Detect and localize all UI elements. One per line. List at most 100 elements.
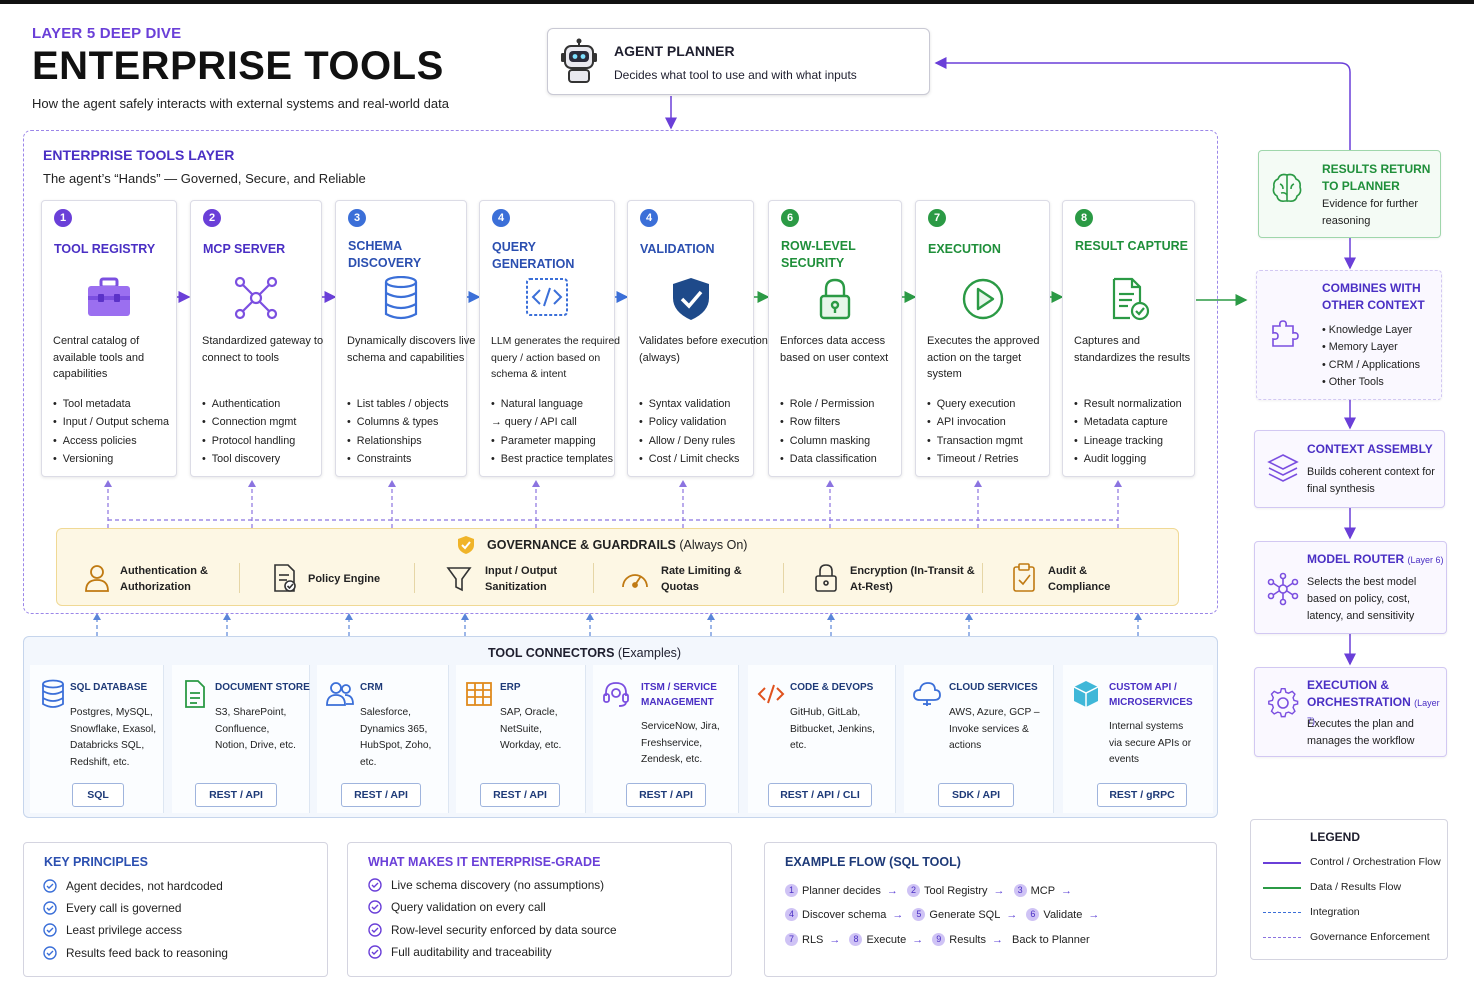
list-item: Row filters xyxy=(780,413,877,431)
grid-icon xyxy=(466,682,492,706)
connector-sql-database: SQL DATABASE Postgres, MySQL, Snowflake,… xyxy=(30,665,164,813)
step-title: QUERY GENERATION xyxy=(492,240,575,271)
connector-badge: REST / API xyxy=(626,783,706,807)
step-card-result-capture: 8 RESULT CAPTURE Captures and standardiz… xyxy=(1062,200,1195,477)
database-icon xyxy=(336,275,466,322)
step-items: Syntax validation Policy validation Allo… xyxy=(639,395,740,469)
connector-badge: REST / API xyxy=(480,783,560,807)
connector-crm: CRM Salesforce, Dynamics 365, HubSpot, Z… xyxy=(317,665,449,813)
planner-desc: Decides what tool to use and with what i… xyxy=(614,68,857,82)
step-title: ROW-LEVEL SECURITY xyxy=(781,239,856,270)
model-router-box: MODEL ROUTER (Layer 6) Selects the best … xyxy=(1254,541,1447,634)
step-card-schema-discovery: 3 SCHEMA DISCOVERY Dynamically discovers… xyxy=(335,200,475,477)
step-title: EXECUTION xyxy=(928,242,1001,256)
connector-document-store: DOCUMENT STORE S3, SharePoint, Confluenc… xyxy=(172,665,310,813)
step-card-mcp-server: 2 MCP SERVER Standardized gateway to con… xyxy=(190,200,323,477)
funnel-icon xyxy=(446,567,472,592)
context-assembly-box: CONTEXT ASSEMBLY Builds coherent context… xyxy=(1254,430,1445,508)
robot-icon xyxy=(561,38,597,83)
list-item: Best practice templates xyxy=(491,450,613,468)
connector-erp: ERP SAP, Oracle, NetSuite, Workday, etc.… xyxy=(456,665,586,813)
list-item: Query validation on every call xyxy=(368,900,546,914)
box-title: WHAT MAKES IT ENTERPRISE-GRADE xyxy=(368,855,601,869)
router-suffix: (Layer 6) xyxy=(1407,555,1444,565)
router-title: MODEL ROUTER (Layer 6) xyxy=(1307,552,1444,566)
step-items: List tables / objects Columns & types Re… xyxy=(347,395,449,469)
legend-title: LEGEND xyxy=(1310,830,1361,844)
step-desc: Standardized gateway to connect to tools xyxy=(202,335,324,364)
divider xyxy=(239,563,240,593)
planner-title: AGENT PLANNER xyxy=(614,43,735,59)
step-number: 6 xyxy=(781,209,799,227)
governance-encryption: Encryption (In-Transit & At-Rest) xyxy=(814,563,975,597)
connector-title: SQL DATABASE xyxy=(70,682,148,693)
box-title: EXAMPLE FLOW (SQL TOOL) xyxy=(785,855,961,869)
code-icon xyxy=(757,684,785,704)
connectors-title: TOOL CONNECTORS (Examples) xyxy=(488,646,682,660)
governance-title: GOVERNANCE & GUARDRAILS (Always On) xyxy=(487,538,748,552)
step-desc: Captures and standardizes the results xyxy=(1074,335,1191,364)
step-number: 7 xyxy=(928,209,946,227)
list-item: Cost / Limit checks xyxy=(639,450,740,468)
list-item: Full auditability and traceability xyxy=(368,945,552,959)
puzzle-icon xyxy=(1272,320,1299,347)
step-items: Role / Permission Row filters Column mas… xyxy=(780,395,877,469)
governance-audit: Audit & Compliance xyxy=(1012,563,1132,597)
toolbox-icon xyxy=(42,276,176,322)
box-title: KEY PRINCIPLES xyxy=(44,855,148,869)
list-item: Column masking xyxy=(780,432,877,450)
step-number: 2 xyxy=(203,209,221,227)
list-item: Result normalization xyxy=(1074,395,1182,413)
hub-icon xyxy=(1267,572,1299,606)
governance-rate-limiting: Rate Limiting & Quotas xyxy=(620,563,750,597)
cloud-icon xyxy=(913,682,941,706)
connector-desc: GitHub, GitLab, Bitbucket, Jenkins, etc. xyxy=(790,707,875,752)
list-item: Tool metadata xyxy=(53,395,169,413)
connector-itsm: ITSM / SERVICE MANAGEMENT ServiceNow, Ji… xyxy=(593,665,739,813)
step-title: VALIDATION xyxy=(640,242,715,256)
step-title: TOOL REGISTRY xyxy=(54,242,156,256)
connector-cloud-services: CLOUD SERVICES AWS, Azure, GCP – Invoke … xyxy=(904,665,1054,813)
check-circle-icon xyxy=(43,879,57,893)
results-title: RESULTS RETURN TO PLANNER xyxy=(1322,162,1431,193)
layers-icon xyxy=(1267,454,1299,482)
step-items: Natural language → query / API call Para… xyxy=(491,395,613,469)
list-item: Results feed back to reasoning xyxy=(43,946,228,960)
divider xyxy=(783,563,784,593)
step-desc: Executes the approved action on the targ… xyxy=(927,335,1040,380)
orchestration-desc: Executes the plan and manages the workfl… xyxy=(1307,718,1415,747)
list-item: Timeout / Retries xyxy=(927,450,1023,468)
step-card-tool-registry: 1 TOOL REGISTRY Central catalog of avail… xyxy=(41,200,177,477)
step-desc: Central catalog of available tools and c… xyxy=(53,335,145,380)
list-item: Input / Output schema xyxy=(53,413,169,431)
results-return-box: RESULTS RETURN TO PLANNER Evidence for f… xyxy=(1258,150,1441,238)
list-item: Allow / Deny rules xyxy=(639,432,739,450)
connector-desc: Postgres, MySQL, Snowflake, Exasol, Data… xyxy=(70,707,157,768)
governance-auth: Authentication & Authorization xyxy=(84,563,214,597)
check-circle-icon xyxy=(368,900,382,914)
list-item: Least privilege access xyxy=(43,923,182,937)
list-item: Tool discovery xyxy=(202,450,296,468)
list-item: Syntax validation xyxy=(639,395,739,413)
flow-row: 4 Discover schema → 5 Generate SQL → 6 Valida… xyxy=(785,908,1105,921)
list-item: Protocol handling xyxy=(202,432,296,450)
play-icon xyxy=(916,276,1049,322)
step-number: 1 xyxy=(54,209,72,227)
network-icon xyxy=(191,276,321,322)
list-item: • Knowledge Layer xyxy=(1322,324,1413,336)
connector-code-devops: CODE & DEVOPS GitHub, GitLab, Bitbucket,… xyxy=(748,665,896,813)
list-item: Connection mgmt xyxy=(202,413,297,431)
connector-badge: REST / API xyxy=(195,783,277,807)
list-item: Relationships xyxy=(347,432,449,450)
connector-desc: Salesforce, Dynamics 365, HubSpot, Zoho,… xyxy=(360,707,432,768)
list-item: Agent decides, not hardcoded xyxy=(43,879,223,893)
divider xyxy=(982,563,983,593)
step-number: 3 xyxy=(348,209,366,227)
lock-icon xyxy=(769,276,901,322)
list-item: Access policies xyxy=(53,432,169,450)
connector-badge: REST / API / CLI xyxy=(768,783,872,807)
padlock-icon xyxy=(815,564,837,592)
step-title: MCP SERVER xyxy=(203,242,286,256)
connector-title: CODE & DEVOPS xyxy=(790,682,874,693)
legend-item: Data / Results Flow xyxy=(1310,881,1402,893)
